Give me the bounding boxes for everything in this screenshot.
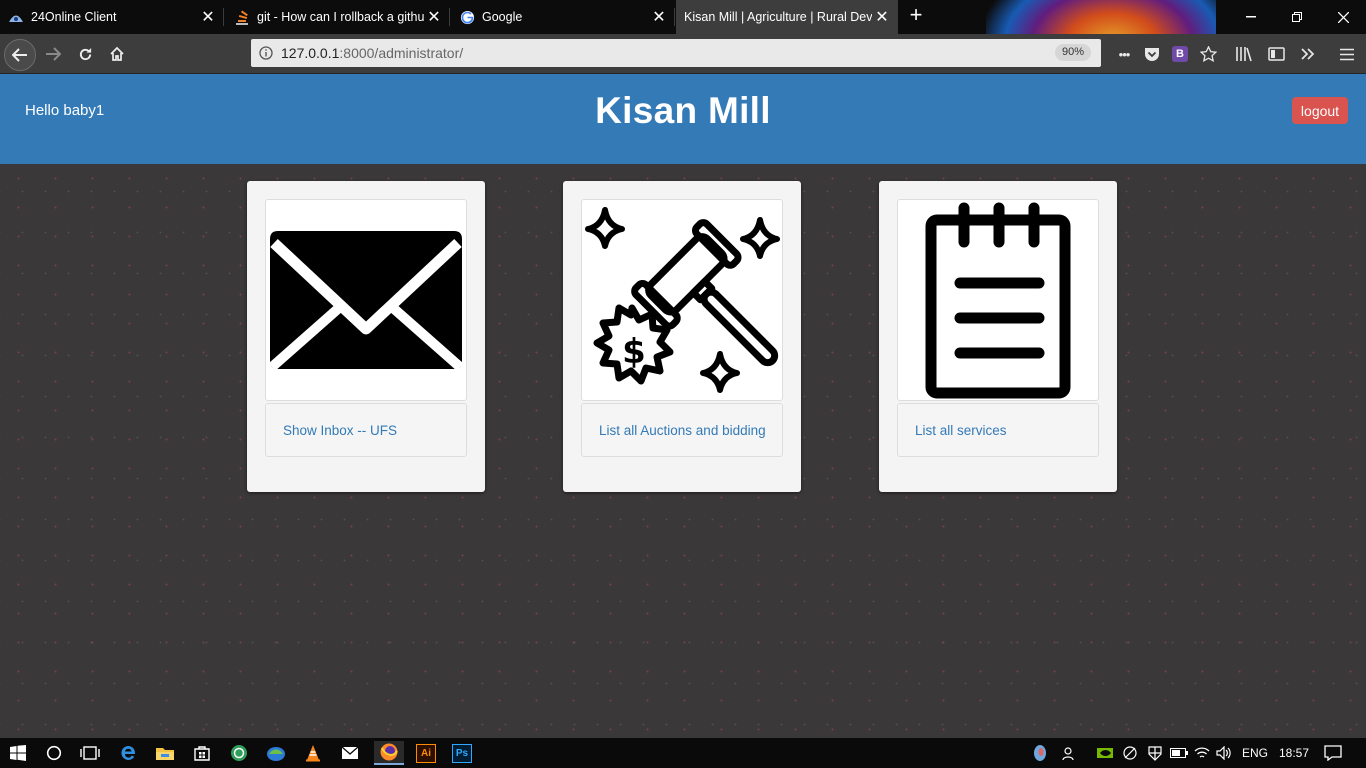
library-icon[interactable] — [1232, 43, 1256, 65]
sidebar-icon[interactable] — [1264, 43, 1288, 65]
minimize-icon[interactable] — [1228, 0, 1274, 34]
volume-icon[interactable] — [1214, 738, 1234, 768]
reload-icon — [79, 47, 91, 60]
site-title: Kisan Mill — [595, 90, 771, 131]
url-host: 127.0.0.1 — [281, 45, 340, 61]
page-actions-icon[interactable]: ••• — [1112, 43, 1136, 65]
tab-close-icon[interactable]: ✕ — [198, 7, 218, 27]
vlc-icon[interactable] — [300, 741, 326, 765]
photoshop-icon[interactable]: Ps — [449, 741, 475, 765]
tab-title: Kisan Mill | Agriculture | Rural Deve — [684, 10, 872, 24]
browser-toolbar: 127.0.0.1:8000/administrator/ 90% ••• B — [0, 34, 1366, 74]
svg-text:$: $ — [622, 332, 646, 372]
language-indicator[interactable]: ENG — [1238, 738, 1272, 768]
services-card: List all services — [879, 181, 1117, 492]
tab-close-icon[interactable]: ✕ — [872, 7, 892, 27]
illustrator-label: Ai — [416, 743, 436, 763]
inbox-card: Show Inbox -- UFS — [247, 181, 485, 492]
site-info-icon[interactable] — [251, 46, 281, 60]
tab-close-icon[interactable]: ✕ — [649, 7, 669, 27]
app-globe-icon[interactable] — [263, 741, 289, 765]
home-icon — [110, 46, 124, 61]
tray-app-icon[interactable] — [1030, 738, 1050, 768]
services-link-panel: List all services — [897, 403, 1099, 457]
wifi-icon[interactable] — [1192, 738, 1212, 768]
logout-button[interactable]: logout — [1292, 97, 1348, 124]
mail-icon[interactable] — [337, 741, 363, 765]
overflow-chevron-icon[interactable] — [1296, 43, 1320, 65]
app-green-icon[interactable] — [226, 741, 252, 765]
task-view-icon[interactable] — [77, 741, 103, 765]
envelope-icon — [268, 231, 464, 371]
pocket-icon[interactable] — [1140, 43, 1164, 65]
auctions-link-panel: List all Auctions and bidding — [581, 403, 783, 457]
site-header: Hello baby1 Kisan Mill logout — [0, 74, 1366, 164]
auctions-card: $ List all Auctions and bidding — [563, 181, 801, 492]
forward-button[interactable] — [38, 39, 68, 69]
nvidia-icon[interactable] — [1095, 738, 1115, 768]
battery-icon[interactable] — [1168, 738, 1190, 768]
home-button[interactable] — [102, 39, 132, 69]
auction-gavel-icon: $ — [585, 207, 780, 393]
search-icon[interactable] — [41, 741, 67, 765]
zoom-indicator[interactable]: 90% — [1054, 44, 1091, 61]
restore-icon[interactable] — [1274, 0, 1320, 34]
bootstrap-badge: B — [1172, 46, 1188, 62]
windows-defender-icon[interactable] — [1145, 738, 1165, 768]
24online-icon — [8, 9, 24, 25]
tab-close-icon[interactable]: ✕ — [424, 7, 444, 27]
people-icon[interactable] — [1060, 738, 1080, 768]
browser-tab-bar: 24Online Client ✕ git - How can I rollba… — [0, 0, 1366, 34]
tab-kisan-mill[interactable]: Kisan Mill | Agriculture | Rural Deve ✕ — [676, 0, 898, 34]
bookmark-star-icon[interactable] — [1196, 43, 1220, 65]
new-tab-button[interactable]: + — [904, 2, 928, 28]
auctions-thumbnail[interactable]: $ — [581, 199, 783, 401]
start-icon[interactable] — [5, 741, 31, 765]
inbox-link-panel: Show Inbox -- UFS — [265, 403, 467, 457]
show-inbox-link[interactable]: Show Inbox -- UFS — [283, 423, 397, 438]
reload-button[interactable] — [70, 39, 100, 69]
inbox-thumbnail[interactable] — [265, 199, 467, 401]
window-close-icon[interactable] — [1320, 0, 1366, 34]
tab-stackoverflow[interactable]: git - How can I rollback a githu ✕ — [226, 0, 450, 34]
firefox-theme-flare — [986, 0, 1216, 34]
notepad-icon — [925, 202, 1071, 399]
services-thumbnail[interactable] — [897, 199, 1099, 401]
store-icon[interactable] — [189, 741, 215, 765]
tab-title: Google — [482, 10, 523, 24]
google-icon — [459, 9, 475, 25]
hamburger-menu-icon[interactable] — [1335, 43, 1359, 65]
back-button[interactable] — [4, 39, 36, 71]
tab-title: git - How can I rollback a githu — [257, 10, 424, 24]
address-bar[interactable]: 127.0.0.1:8000/administrator/ 90% — [251, 39, 1101, 67]
network-disconnected-icon[interactable] — [1120, 738, 1140, 768]
back-arrow-icon — [12, 48, 27, 62]
list-services-link[interactable]: List all services — [915, 423, 1007, 438]
file-explorer-icon[interactable] — [152, 741, 178, 765]
forward-arrow-icon — [46, 47, 61, 61]
tab-google[interactable]: Google ✕ — [451, 0, 675, 34]
tab-24online[interactable]: 24Online Client ✕ — [0, 0, 224, 34]
windows-taskbar: Ai Ps ENG 18:57 — [0, 738, 1366, 768]
illustrator-icon[interactable]: Ai — [413, 741, 439, 765]
main-content: Show Inbox -- UFS $ List all Auctions an… — [0, 164, 1366, 738]
bootstrap-extension-icon[interactable]: B — [1168, 43, 1192, 65]
list-auctions-link[interactable]: List all Auctions and bidding — [599, 423, 766, 438]
firefox-icon[interactable] — [374, 741, 404, 765]
stackoverflow-icon — [234, 9, 250, 25]
clock[interactable]: 18:57 — [1276, 738, 1312, 768]
tab-title: 24Online Client — [31, 10, 117, 24]
edge-icon[interactable] — [115, 741, 141, 765]
url-path: :8000/administrator/ — [339, 45, 464, 61]
photoshop-label: Ps — [452, 743, 472, 763]
action-center-icon[interactable] — [1320, 738, 1346, 768]
